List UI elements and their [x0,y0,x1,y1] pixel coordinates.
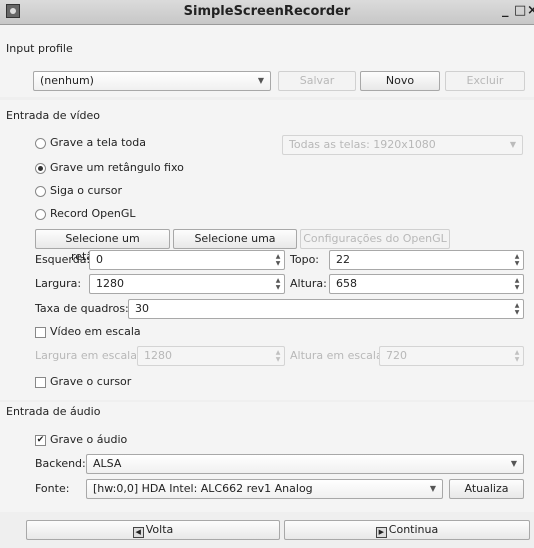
select-window-button[interactable]: Selecione uma janela... [173,229,297,263]
save-button[interactable]: Salvar [278,71,356,91]
audio-input-section: Entrada de áudio ✔ Grave o áudio Backend… [0,402,534,512]
checkbox-icon [35,327,46,338]
top-label: Topo: [290,253,319,266]
left-label: Esquerda: [35,253,91,266]
forward-arrow-icon: ▶ [375,527,387,538]
window-title: SimpleScreenRecorder [183,4,351,19]
source-label: Fonte: [35,482,70,495]
radio-icon [35,163,46,174]
video-input-label: Entrada de vídeo [6,109,101,122]
chevron-down-icon: ▼ [510,459,517,468]
checkmark-icon: ✔ [35,435,46,446]
profile-select-value: (nenhum) [40,74,94,87]
scale-width-label: Largura em escala: [35,349,141,362]
title-bar: SimpleScreenRecorder _ □ × [0,0,534,25]
spin-icon[interactable]: ▲ ▼ [513,277,521,291]
close-icon[interactable]: × [527,3,534,18]
refresh-button[interactable]: Atualiza [449,479,524,499]
height-input[interactable]: 658 ▲ ▼ [329,274,524,294]
backend-select[interactable]: ALSA ▼ [86,454,524,474]
scale-video-checkbox[interactable]: Vídeo em escala [35,324,141,340]
chevron-down-icon: ▼ [509,140,516,149]
source-select[interactable]: [hw:0,0] HDA Intel: ALC662 rev1 Analog ▼ [86,479,443,499]
delete-button[interactable]: Excluir [445,71,525,91]
spin-icon[interactable]: ▲ ▼ [513,302,521,316]
scale-height-label: Altura em escala: [290,349,387,362]
chevron-down-icon: ▼ [429,484,436,493]
select-rectangle-button[interactable]: Selecione um retângulo... [35,229,170,263]
spin-icon[interactable]: ▲ ▼ [513,349,521,363]
maximize-icon[interactable]: □ [514,3,526,18]
record-audio-checkbox[interactable]: ✔ Grave o áudio [35,432,127,448]
width-input[interactable]: 1280 ▲ ▼ [89,274,285,294]
back-arrow-icon: ◀ [132,527,144,538]
input-profile-label: Input profile [6,42,73,55]
input-profile-section: Input profile (nenhum) ▼ Salvar Novo Exc… [0,25,534,97]
new-button[interactable]: Novo [360,71,440,91]
profile-select[interactable]: (nenhum) ▼ [33,71,271,91]
minimize-icon[interactable]: _ [502,3,509,18]
left-input[interactable]: 0 ▲ ▼ [89,250,285,270]
checkbox-icon [35,377,46,388]
scale-width-input[interactable]: 1280 ▲ ▼ [137,346,285,366]
radio-icon [35,138,46,149]
back-button[interactable]: ◀ Volta [26,520,280,540]
radio-fixed-rectangle[interactable]: Grave um retângulo fixo [35,160,184,176]
chevron-down-icon: ▼ [257,76,264,85]
audio-input-label: Entrada de áudio [6,405,101,418]
record-cursor-checkbox[interactable]: Grave o cursor [35,374,131,390]
spin-icon[interactable]: ▲ ▼ [274,277,282,291]
height-label: Altura: [290,277,327,290]
spin-icon[interactable]: ▲ ▼ [274,349,282,363]
radio-record-opengl[interactable]: Record OpenGL [35,206,136,222]
width-label: Largura: [35,277,82,290]
radio-full-screen[interactable]: Grave a tela toda [35,135,146,151]
radio-icon [35,209,46,220]
backend-label: Backend: [35,457,86,470]
continue-button[interactable]: ▶ Continua [284,520,530,540]
video-input-section: Entrada de vídeo Grave a tela toda Todas… [0,100,534,400]
opengl-settings-button[interactable]: Configurações do OpenGL ... [300,229,450,263]
radio-follow-cursor[interactable]: Siga o cursor [35,183,122,199]
spin-icon[interactable]: ▲ ▼ [274,253,282,267]
radio-icon [35,186,46,197]
top-input[interactable]: 22 ▲ ▼ [329,250,524,270]
screen-select[interactable]: Todas as telas: 1920x1080 ▼ [282,135,523,155]
fps-input[interactable]: 30 ▲ ▼ [128,299,524,319]
spin-icon[interactable]: ▲ ▼ [513,253,521,267]
scale-height-input[interactable]: 720 ▲ ▼ [379,346,524,366]
fps-label: Taxa de quadros: [35,302,129,315]
